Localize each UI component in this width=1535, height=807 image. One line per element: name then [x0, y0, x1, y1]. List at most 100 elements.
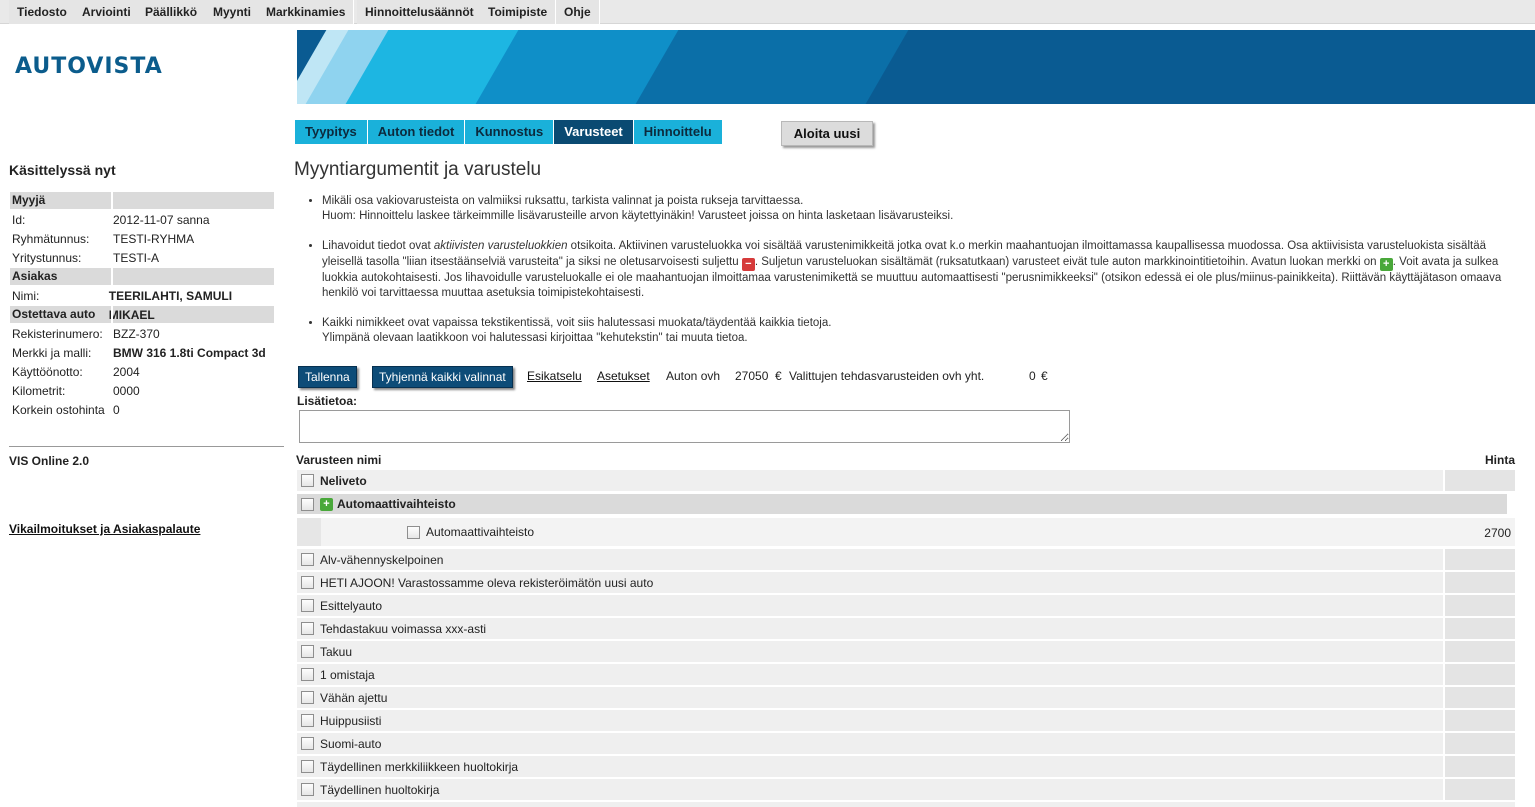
equipment-label[interactable]: Vähän ajettu	[320, 691, 387, 705]
equipment-checkbox[interactable]	[301, 691, 314, 704]
clear-selections-button[interactable]: Tyhjennä kaikki valinnat	[372, 366, 513, 388]
column-header-price: Hinta	[1485, 453, 1515, 467]
menu-tiedosto[interactable]: Tiedosto	[9, 0, 76, 24]
equipment-checkbox[interactable]	[301, 645, 314, 658]
car-price-label: Auton ovh	[666, 369, 721, 383]
equipment-row	[297, 802, 1515, 807]
equipment-label[interactable]: 1 omistaja	[320, 668, 375, 682]
group-label[interactable]: Automaattivaihteisto	[337, 497, 456, 511]
info-row: Kilometrit: 0000	[12, 384, 140, 398]
equipment-label[interactable]: Tehdastakuu voimassa xxx-asti	[320, 622, 486, 636]
price-cell[interactable]	[1443, 618, 1515, 639]
car-price-value: 27050	[735, 369, 769, 383]
info-row: Rekisterinumero: BZZ-370	[12, 327, 160, 341]
menu-ohje[interactable]: Ohje	[556, 0, 600, 24]
equipment-row: Vähän ajettu	[297, 687, 1515, 708]
extra-info-label: Lisätietoa:	[297, 394, 358, 408]
step-tabs: Tyypitys Auton tiedot Kunnostus Varustee…	[295, 120, 723, 144]
info-row: Id: 2012-11-07 sanna	[12, 213, 210, 227]
sidebar-divider	[9, 446, 284, 447]
equipment-group-row: + Automaattivaihteisto	[297, 494, 1507, 514]
instruction-item: Mikäli osa vakiovarusteista on valmiiksi…	[322, 194, 1518, 224]
header-banner	[297, 30, 1535, 104]
price-cell[interactable]	[1443, 687, 1515, 708]
equipment-label[interactable]: Esittelyauto	[320, 599, 382, 613]
info-row: Käyttöönotto: 2004	[12, 365, 140, 379]
price-cell[interactable]	[1443, 664, 1515, 685]
save-button[interactable]: Tallenna	[298, 366, 357, 388]
price-cell[interactable]	[1443, 756, 1515, 777]
price-cell[interactable]	[1443, 779, 1515, 800]
top-menu-bar: Tiedosto Arviointi Päällikkö Myynti Mark…	[0, 0, 1535, 24]
price-cell[interactable]	[1443, 572, 1515, 593]
info-row: Merkki ja malli: BMW 316 1.8ti Compact 3d	[12, 346, 266, 360]
equipment-checkbox[interactable]	[301, 576, 314, 589]
price-cell[interactable]	[1443, 733, 1515, 754]
equipment-label[interactable]: Huippusiisti	[320, 714, 381, 728]
equipment-checkbox[interactable]	[301, 668, 314, 681]
section-asiakas: Asiakas	[10, 268, 274, 285]
price-cell[interactable]	[1443, 549, 1515, 570]
info-row: Korkein ostohinta 0	[12, 403, 120, 417]
equipment-price[interactable]: 2700	[1484, 526, 1511, 540]
equipment-label[interactable]: Alv-vähennyskelpoinen	[320, 553, 443, 567]
equipment-row: Esittelyauto	[297, 595, 1515, 616]
tab-auton-tiedot[interactable]: Auton tiedot	[367, 120, 466, 144]
menu-paallikko[interactable]: Päällikkö	[137, 0, 207, 24]
feedback-link[interactable]: Vikailmoitukset ja Asiakaspalaute	[9, 522, 200, 536]
price-cell[interactable]	[1443, 470, 1515, 491]
price-cell[interactable]	[1443, 641, 1515, 662]
equipment-label[interactable]: Neliveto	[320, 474, 367, 488]
menu-myynti[interactable]: Myynti	[205, 0, 261, 24]
equipment-row: Täydellinen huoltokirja	[297, 779, 1515, 800]
price-cell[interactable]	[1443, 595, 1515, 616]
equipment-row: 1 omistaja	[297, 664, 1515, 685]
equipment-row: Suomi-auto	[297, 733, 1515, 754]
column-header-name: Varusteen nimi	[296, 453, 382, 467]
tab-tyypitys[interactable]: Tyypitys	[295, 120, 368, 144]
menu-arviointi[interactable]: Arviointi	[74, 0, 140, 24]
start-new-button[interactable]: Aloita uusi	[781, 121, 873, 146]
equipment-checkbox[interactable]	[407, 525, 420, 539]
equipment-checkbox[interactable]	[301, 737, 314, 750]
tab-hinnoittelu[interactable]: Hinnoittelu	[633, 120, 723, 144]
equipment-checkbox[interactable]	[301, 714, 314, 727]
equipment-checkbox[interactable]	[301, 553, 314, 566]
minus-icon: −	[741, 257, 755, 271]
equipment-checkbox[interactable]	[301, 760, 314, 773]
settings-link[interactable]: Asetukset	[597, 369, 650, 383]
equipment-row: Neliveto	[297, 470, 1515, 491]
equipment-checkbox[interactable]	[301, 474, 314, 487]
info-row: Yritystunnus: TESTI-A	[12, 251, 160, 265]
selected-total-value: 0	[1029, 369, 1036, 383]
equipment-label[interactable]: Täydellinen huoltokirja	[320, 783, 439, 797]
equipment-row: Huippusiisti	[297, 710, 1515, 731]
equipment-row: Tehdastakuu voimassa xxx-asti	[297, 618, 1515, 639]
currency-symbol: €	[775, 369, 782, 383]
extra-info-textarea[interactable]	[299, 410, 1070, 443]
equipment-label[interactable]: Takuu	[320, 645, 352, 659]
instruction-item: Lihavoidut tiedot ovat aktiivisten varus…	[322, 239, 1518, 301]
menu-toimipiste[interactable]: Toimipiste	[480, 0, 557, 24]
tab-varusteet[interactable]: Varusteet	[554, 120, 634, 144]
equipment-label[interactable]: Täydellinen merkkiliikkeen huoltokirja	[320, 760, 518, 774]
equipment-label[interactable]: Suomi-auto	[320, 737, 381, 751]
price-cell[interactable]	[1443, 710, 1515, 731]
info-row: Nimi: TEERILAHTI, SAMULI MIKAEL	[12, 289, 233, 322]
section-myyja: Myyjä	[10, 192, 274, 209]
tab-kunnostus[interactable]: Kunnostus	[465, 120, 555, 144]
equipment-row: HETI AJOON! Varastossamme oleva rekister…	[297, 572, 1515, 593]
equipment-sub-row: Automaattivaihteisto 2700	[297, 518, 1515, 546]
equipment-checkbox[interactable]	[301, 622, 314, 635]
equipment-label[interactable]: Automaattivaihteisto	[426, 525, 534, 539]
equipment-label[interactable]: HETI AJOON! Varastossamme oleva rekister…	[320, 576, 653, 590]
equipment-checkbox[interactable]	[301, 599, 314, 612]
currency-symbol: €	[1041, 369, 1048, 383]
preview-link[interactable]: Esikatselu	[527, 369, 582, 383]
menu-hinnoittelusaannot[interactable]: Hinnoittelusäännöt	[357, 0, 483, 24]
menu-markkinamies[interactable]: Markkinamies	[258, 0, 355, 24]
equipment-checkbox[interactable]	[301, 783, 314, 796]
page-title: Myyntiargumentit ja varustelu	[294, 159, 542, 180]
expand-toggle-icon[interactable]: +	[320, 497, 333, 511]
equipment-checkbox[interactable]	[301, 497, 314, 511]
